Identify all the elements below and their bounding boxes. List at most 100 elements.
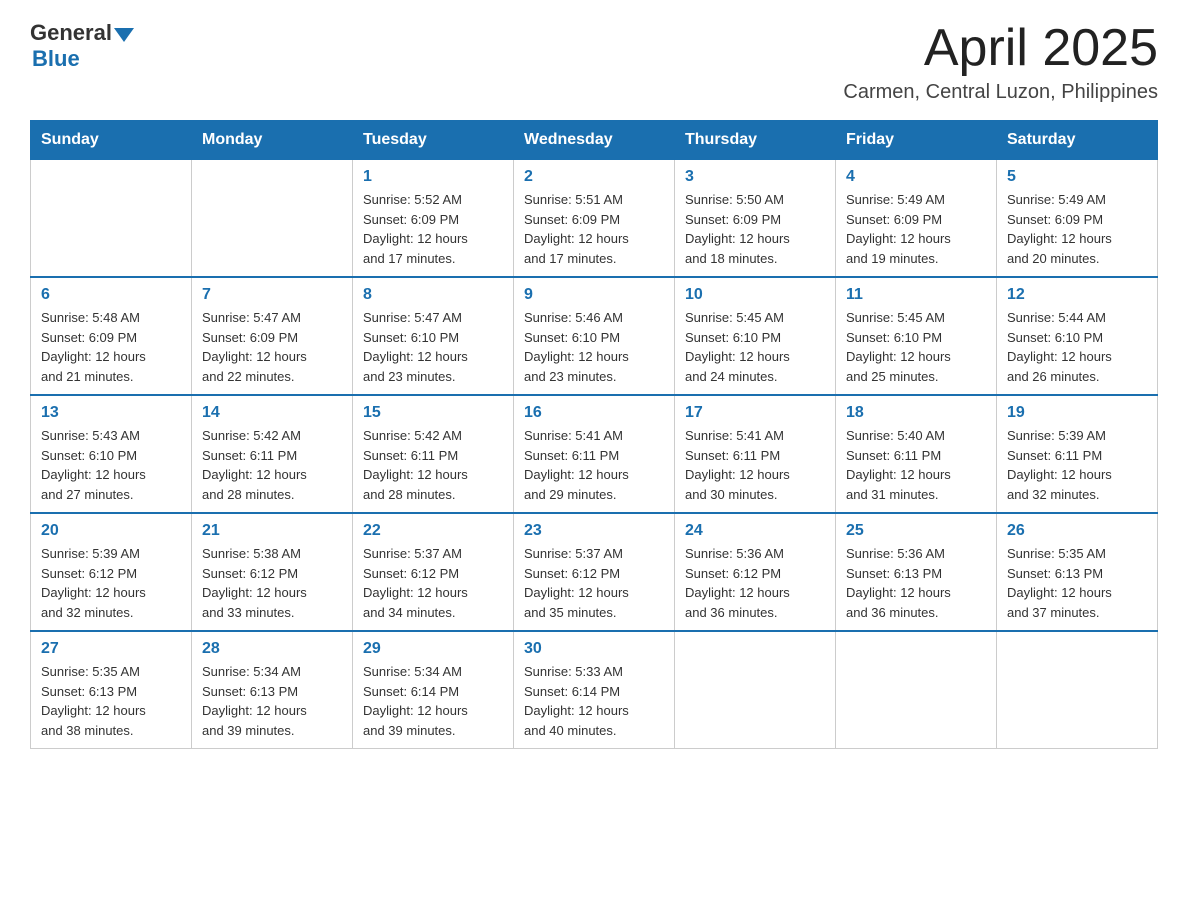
calendar-cell: 3 Sunrise: 5:50 AM Sunset: 6:09 PM Daylig… [675,160,836,278]
calendar-cell: 20 Sunrise: 5:39 AM Sunset: 6:12 PM Dayli… [31,513,192,631]
day-number: 10 [685,286,825,304]
calendar-cell: 10 Sunrise: 5:45 AM Sunset: 6:10 PM Dayli… [675,277,836,395]
day-info: Sunrise: 5:38 AM Sunset: 6:12 PM Dayligh… [202,544,342,622]
day-info: Sunrise: 5:33 AM Sunset: 6:14 PM Dayligh… [524,662,664,740]
month-year-title: April 2025 [843,20,1158,77]
day-number: 16 [524,404,664,422]
weekday-header-friday: Friday [836,121,997,160]
day-info: Sunrise: 5:37 AM Sunset: 6:12 PM Dayligh… [363,544,503,622]
day-info: Sunrise: 5:39 AM Sunset: 6:12 PM Dayligh… [41,544,181,622]
logo: General Blue [30,20,134,72]
day-info: Sunrise: 5:41 AM Sunset: 6:11 PM Dayligh… [685,426,825,504]
day-number: 13 [41,404,181,422]
calendar-cell: 2 Sunrise: 5:51 AM Sunset: 6:09 PM Daylig… [514,160,675,278]
calendar-cell: 13Sunrise: 5:43 AM Sunset: 6:10 PM Dayli… [31,395,192,513]
calendar-cell [675,631,836,749]
calendar-cell: 1Sunrise: 5:52 AM Sunset: 6:09 PM Daylig… [353,160,514,278]
calendar-table: SundayMondayTuesdayWednesdayThursdayFrid… [30,120,1158,749]
day-info: Sunrise: 5:49 AM Sunset: 6:09 PM Dayligh… [1007,190,1147,268]
weekday-header-monday: Monday [192,121,353,160]
logo-general-text: General [30,20,112,46]
week-row-5: 27 Sunrise: 5:35 AM Sunset: 6:13 PM Dayli… [31,631,1158,749]
calendar-cell: 18 Sunrise: 5:40 AM Sunset: 6:11 PM Dayli… [836,395,997,513]
day-number: 28 [202,640,342,658]
day-info: Sunrise: 5:48 AM Sunset: 6:09 PM Dayligh… [41,308,181,386]
day-number: 26 [1007,522,1147,540]
day-number: 8 [363,286,503,304]
day-info: Sunrise: 5:36 AM Sunset: 6:12 PM Dayligh… [685,544,825,622]
calendar-cell: 7 Sunrise: 5:47 AM Sunset: 6:09 PM Daylig… [192,277,353,395]
day-info: Sunrise: 5:36 AM Sunset: 6:13 PM Dayligh… [846,544,986,622]
day-info: Sunrise: 5:51 AM Sunset: 6:09 PM Dayligh… [524,190,664,268]
weekday-header-saturday: Saturday [997,121,1158,160]
day-info: Sunrise: 5:37 AM Sunset: 6:12 PM Dayligh… [524,544,664,622]
logo-blue-text: Blue [32,46,134,72]
week-row-4: 20 Sunrise: 5:39 AM Sunset: 6:12 PM Dayli… [31,513,1158,631]
calendar-cell: 22 Sunrise: 5:37 AM Sunset: 6:12 PM Dayli… [353,513,514,631]
calendar-cell: 11Sunrise: 5:45 AM Sunset: 6:10 PM Dayli… [836,277,997,395]
calendar-cell: 9Sunrise: 5:46 AM Sunset: 6:10 PM Daylig… [514,277,675,395]
calendar-cell [192,160,353,278]
title-area: April 2025 Carmen, Central Luzon, Philip… [843,20,1158,104]
day-info: Sunrise: 5:52 AM Sunset: 6:09 PM Dayligh… [363,190,503,268]
weekday-header-thursday: Thursday [675,121,836,160]
day-number: 6 [41,286,181,304]
day-info: Sunrise: 5:35 AM Sunset: 6:13 PM Dayligh… [41,662,181,740]
day-info: Sunrise: 5:34 AM Sunset: 6:13 PM Dayligh… [202,662,342,740]
calendar-cell: 25 Sunrise: 5:36 AM Sunset: 6:13 PM Dayli… [836,513,997,631]
calendar-cell: 27 Sunrise: 5:35 AM Sunset: 6:13 PM Dayli… [31,631,192,749]
day-number: 5 [1007,168,1147,186]
day-number: 3 [685,168,825,186]
day-number: 30 [524,640,664,658]
calendar-cell: 23Sunrise: 5:37 AM Sunset: 6:12 PM Dayli… [514,513,675,631]
day-info: Sunrise: 5:45 AM Sunset: 6:10 PM Dayligh… [685,308,825,386]
calendar-cell: 24Sunrise: 5:36 AM Sunset: 6:12 PM Dayli… [675,513,836,631]
day-info: Sunrise: 5:35 AM Sunset: 6:13 PM Dayligh… [1007,544,1147,622]
day-number: 21 [202,522,342,540]
weekday-header-sunday: Sunday [31,121,192,160]
day-info: Sunrise: 5:40 AM Sunset: 6:11 PM Dayligh… [846,426,986,504]
calendar-cell [31,160,192,278]
day-number: 22 [363,522,503,540]
day-info: Sunrise: 5:47 AM Sunset: 6:09 PM Dayligh… [202,308,342,386]
day-info: Sunrise: 5:39 AM Sunset: 6:11 PM Dayligh… [1007,426,1147,504]
calendar-cell: 21 Sunrise: 5:38 AM Sunset: 6:12 PM Dayli… [192,513,353,631]
day-number: 15 [363,404,503,422]
week-row-2: 6 Sunrise: 5:48 AM Sunset: 6:09 PM Daylig… [31,277,1158,395]
logo-triangle-icon [114,28,134,42]
calendar-cell [836,631,997,749]
day-info: Sunrise: 5:47 AM Sunset: 6:10 PM Dayligh… [363,308,503,386]
day-number: 4 [846,168,986,186]
day-info: Sunrise: 5:44 AM Sunset: 6:10 PM Dayligh… [1007,308,1147,386]
week-row-1: 1Sunrise: 5:52 AM Sunset: 6:09 PM Daylig… [31,160,1158,278]
day-number: 25 [846,522,986,540]
day-number: 27 [41,640,181,658]
calendar-cell: 30 Sunrise: 5:33 AM Sunset: 6:14 PM Dayli… [514,631,675,749]
day-number: 19 [1007,404,1147,422]
page-header: General Blue April 2025 Carmen, Central … [30,20,1158,104]
day-number: 7 [202,286,342,304]
calendar-cell: 15 Sunrise: 5:42 AM Sunset: 6:11 PM Dayli… [353,395,514,513]
calendar-cell: 28 Sunrise: 5:34 AM Sunset: 6:13 PM Dayli… [192,631,353,749]
day-number: 29 [363,640,503,658]
day-number: 12 [1007,286,1147,304]
calendar-cell: 26 Sunrise: 5:35 AM Sunset: 6:13 PM Dayli… [997,513,1158,631]
day-number: 18 [846,404,986,422]
calendar-cell: 14Sunrise: 5:42 AM Sunset: 6:11 PM Dayli… [192,395,353,513]
calendar-cell: 8 Sunrise: 5:47 AM Sunset: 6:10 PM Daylig… [353,277,514,395]
weekday-header-wednesday: Wednesday [514,121,675,160]
week-row-3: 13Sunrise: 5:43 AM Sunset: 6:10 PM Dayli… [31,395,1158,513]
calendar-cell: 19 Sunrise: 5:39 AM Sunset: 6:11 PM Dayli… [997,395,1158,513]
calendar-cell: 16Sunrise: 5:41 AM Sunset: 6:11 PM Dayli… [514,395,675,513]
location-subtitle: Carmen, Central Luzon, Philippines [843,81,1158,104]
calendar-cell: 5 Sunrise: 5:49 AM Sunset: 6:09 PM Daylig… [997,160,1158,278]
weekday-header-tuesday: Tuesday [353,121,514,160]
day-number: 14 [202,404,342,422]
day-info: Sunrise: 5:50 AM Sunset: 6:09 PM Dayligh… [685,190,825,268]
day-number: 20 [41,522,181,540]
day-info: Sunrise: 5:46 AM Sunset: 6:10 PM Dayligh… [524,308,664,386]
calendar-cell: 4Sunrise: 5:49 AM Sunset: 6:09 PM Daylig… [836,160,997,278]
weekday-header-row: SundayMondayTuesdayWednesdayThursdayFrid… [31,121,1158,160]
day-info: Sunrise: 5:42 AM Sunset: 6:11 PM Dayligh… [363,426,503,504]
day-number: 2 [524,168,664,186]
